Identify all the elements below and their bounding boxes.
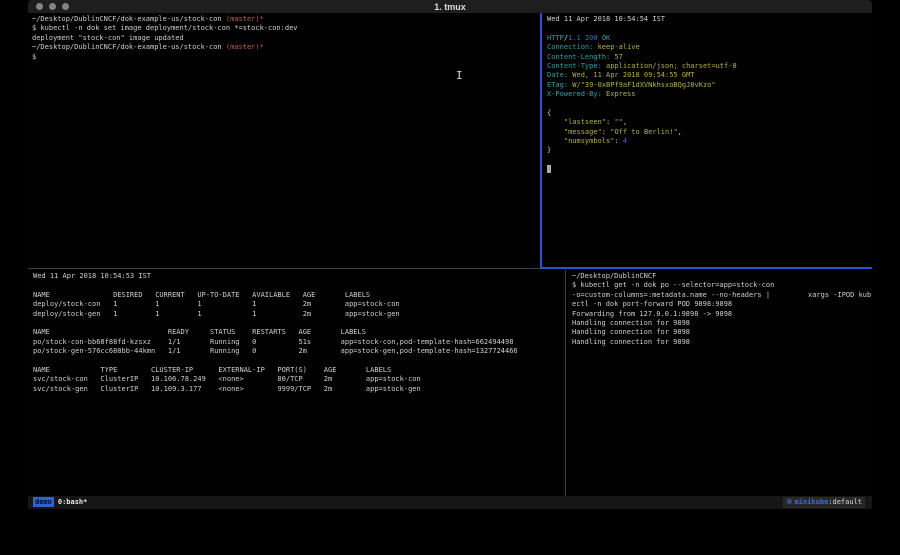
terminal-line: po/stock-con-bb68f88fd-kzsxz 1/1 Running… bbox=[33, 338, 570, 347]
terminal-line: Forwarding from 127.0.0.1:9898 -> 9898 bbox=[572, 310, 872, 319]
pane-divider-vertical bbox=[565, 270, 566, 496]
terminal-line: svc/stock-con ClusterIP 10.106.78.249 <n… bbox=[33, 375, 570, 384]
terminal-line bbox=[33, 281, 570, 290]
terminal-line: $ bbox=[32, 53, 544, 62]
terminal-line: -o=custom-columns=:metadata.name --no-he… bbox=[572, 291, 872, 300]
titlebar[interactable]: 1. tmux bbox=[28, 0, 872, 13]
terminal-line bbox=[547, 100, 872, 109]
terminal-line: Handling connection for 9898 bbox=[572, 338, 872, 347]
terminal-line: Handling connection for 9898 bbox=[572, 328, 872, 337]
status-left: demo 0:bash* bbox=[33, 496, 87, 509]
terminal-line bbox=[547, 24, 872, 33]
terminal-line: Content-Type: application/json; charset=… bbox=[547, 62, 872, 71]
active-pane-border-horizontal bbox=[540, 267, 872, 269]
terminal-line: X-Powered-By: Express bbox=[547, 90, 872, 99]
terminal-line: Wed 11 Apr 2018 10:54:54 IST bbox=[547, 15, 872, 24]
terminal-line bbox=[547, 156, 872, 165]
terminal-line: ~/Desktop/DublinCNCF bbox=[572, 272, 872, 281]
terminal-line: NAME READY STATUS RESTARTS AGE LABELS bbox=[33, 328, 570, 337]
pane-bottom-right-port-forward[interactable]: ~/Desktop/DublinCNCF$ kubectl get -n dok… bbox=[567, 270, 872, 498]
terminal-line bbox=[547, 165, 872, 174]
terminal-line: NAME TYPE CLUSTER-IP EXTERNAL-IP PORT(S)… bbox=[33, 366, 570, 375]
terminal-line: $ kubectl get -n dok po --selector=app=s… bbox=[572, 281, 872, 290]
terminal-window: 1. tmux ~/Desktop/DublinCNCF/dok-example… bbox=[28, 0, 872, 510]
kube-context-indicator: ☸minikube:default bbox=[783, 497, 865, 508]
pane-top-right-http-response[interactable]: Wed 11 Apr 2018 10:54:54 IST HTTP/1.1 20… bbox=[542, 13, 872, 270]
window-tab-bash[interactable]: 0:bash* bbox=[58, 498, 88, 506]
session-name: demo bbox=[33, 497, 54, 507]
terminal-line: Date: Wed, 11 Apr 2018 09:54:55 GMT bbox=[547, 71, 872, 80]
terminal-line: { bbox=[547, 109, 872, 118]
terminal-line bbox=[33, 319, 570, 328]
terminal-line: deploy/stock-con 1 1 1 1 2m app=stock-co… bbox=[33, 300, 570, 309]
terminal-line: Content-Length: 57 bbox=[547, 53, 872, 62]
terminal-line: ~/Desktop/DublinCNCF/dok-example-us/stoc… bbox=[32, 15, 544, 24]
terminal-line: "lastseen": "", bbox=[547, 118, 872, 127]
terminal-line: svc/stock-gen ClusterIP 10.109.3.177 <no… bbox=[33, 385, 570, 394]
terminal-line: Wed 11 Apr 2018 10:54:53 IST bbox=[33, 272, 570, 281]
terminal-line bbox=[33, 357, 570, 366]
terminal-line: HTTP/1.1 200 OK bbox=[547, 34, 872, 43]
kube-namespace: :default bbox=[828, 498, 862, 506]
terminal-line: $ kubectl -n dok set image deployment/st… bbox=[32, 24, 544, 33]
kubernetes-helm-icon: ☸ bbox=[786, 498, 792, 506]
pane-divider-horizontal bbox=[28, 268, 540, 269]
terminal-line: ETag: W/"39-0xBPf9aF1dXVNkhsxoBQgJ8vKzo" bbox=[547, 81, 872, 90]
terminal-line: Connection: keep-alive bbox=[547, 43, 872, 52]
kube-context: minikube bbox=[795, 498, 829, 506]
terminal-line: Handling connection for 9898 bbox=[572, 319, 872, 328]
desktop: 1. tmux ~/Desktop/DublinCNCF/dok-example… bbox=[0, 0, 900, 555]
terminal-line: "message": "Off to Berlin!", bbox=[547, 128, 872, 137]
terminal-line: ectl -n dok port-forward POD 9898:9898 bbox=[572, 300, 872, 309]
terminal-line: deploy/stock-gen 1 1 1 1 2m app=stock-ge… bbox=[33, 310, 570, 319]
terminal-line: "numsymbols": 4 bbox=[547, 137, 872, 146]
pane-bottom-left-kubectl-watch[interactable]: Wed 11 Apr 2018 10:54:53 IST NAME DESIRE… bbox=[28, 270, 570, 498]
mouse-cursor-ibeam: I bbox=[456, 70, 463, 82]
terminal-line: po/stock-gen-576cc688bb-44kmn 1/1 Runnin… bbox=[33, 347, 570, 356]
terminal-line: ~/Desktop/DublinCNCF/dok-example-us/stoc… bbox=[32, 43, 544, 52]
terminal-line: deployment "stock-con" image updated bbox=[32, 34, 544, 43]
tmux-status-bar: demo 0:bash* ☸minikube:default bbox=[28, 496, 872, 509]
terminal-line: NAME DESIRED CURRENT UP-TO-DATE AVAILABL… bbox=[33, 291, 570, 300]
window-title: 1. tmux bbox=[28, 1, 872, 13]
terminal-line: } bbox=[547, 146, 872, 155]
pane-top-left-shell[interactable]: ~/Desktop/DublinCNCF/dok-example-us/stoc… bbox=[28, 13, 544, 270]
